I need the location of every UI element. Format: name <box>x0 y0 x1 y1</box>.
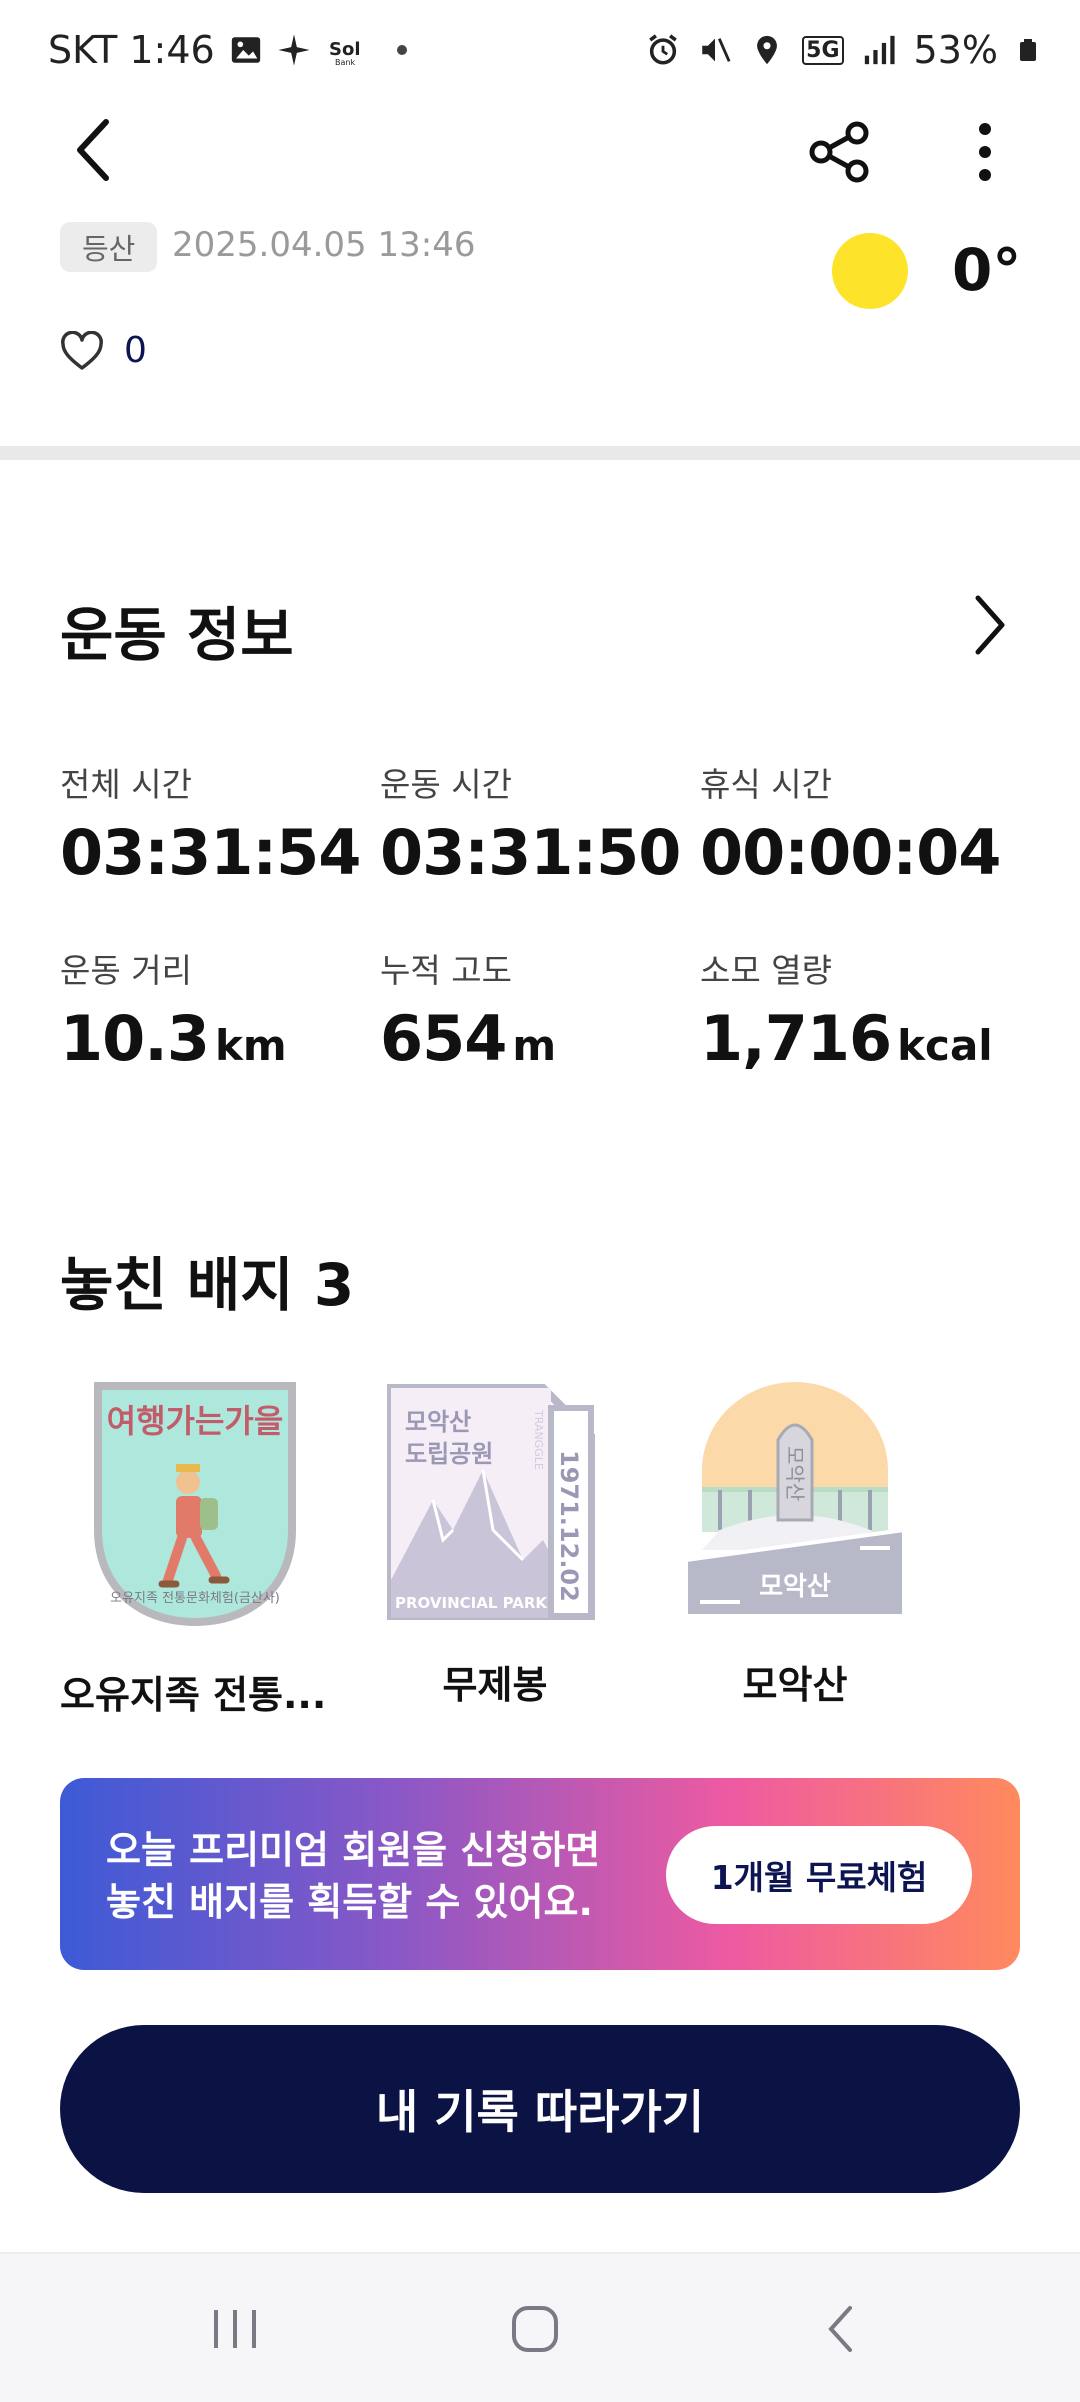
metric-value: 00:00:04 <box>700 816 1001 889</box>
metric-rest-time: 휴식 시간 00:00:04 <box>700 758 1001 889</box>
back-arrow-icon <box>77 119 109 181</box>
metric-label: 소모 열량 <box>700 951 832 990</box>
promo-line-1: 오늘 프리미엄 회원을 신청하면 <box>106 1828 601 1872</box>
section-divider <box>0 446 1080 460</box>
mute-icon <box>702 38 731 62</box>
svg-text:Bank: Bank <box>335 58 355 67</box>
metric-exercise-time: 운동 시간 03:31:50 <box>380 758 681 889</box>
badge-card[interactable]: 모악산 도립공원 1971.12.02 TRANGGLE PROVINCIAL … <box>360 1380 630 1709</box>
metric-label: 누적 고도 <box>380 951 512 990</box>
badge-stone-text: 모악산 <box>783 1446 807 1501</box>
like-count: 0 <box>124 330 147 371</box>
badge-park-text: PROVINCIAL PARK <box>395 1594 548 1612</box>
recent-apps-icon <box>214 2310 256 2348</box>
badge-title-text: 여행가는가을 <box>107 1402 284 1440</box>
more-vertical-icon <box>979 123 991 181</box>
battery-percent: 53% <box>913 28 998 72</box>
badge-number-text: 1971.12.02 <box>555 1450 583 1602</box>
sparkle-icon <box>278 34 310 66</box>
metric-unit: m <box>512 1021 557 1070</box>
alarm-icon <box>649 34 677 65</box>
recent-apps-button[interactable] <box>190 2284 280 2374</box>
sol-bank-icon: SolBank <box>329 39 361 67</box>
missed-badges-title: 놓친 배지 3 <box>60 1251 355 1319</box>
metric-elevation: 누적 고도 654 m <box>380 944 556 1075</box>
like-button[interactable]: 0 <box>60 330 147 371</box>
mountain-stone-badge-image: 모악산 모악산 <box>684 1382 906 1618</box>
status-bar: SKT 1:46 Sol Bank 5G 53% <box>0 0 1080 100</box>
provincial-park-badge-image: 모악산 도립공원 1971.12.02 TRANGGLE PROVINCIAL … <box>387 1384 595 1620</box>
metric-label: 운동 거리 <box>60 951 192 990</box>
badge-side-text: TRANGGLE <box>532 1409 545 1470</box>
battery-icon <box>1020 39 1036 61</box>
badge-card[interactable]: 여행가는가을 오유지족 전통문화체험(금산사) 오유지족 전통... <box>60 1380 330 1719</box>
metric-unit: kcal <box>897 1021 993 1070</box>
badge-name: 모악산 <box>742 1663 848 1707</box>
follow-my-record-button[interactable]: 내 기록 따라가기 <box>60 2025 1020 2193</box>
promo-line-2: 놓친 배지를 획득할 수 있어요. <box>106 1880 593 1924</box>
notification-dot-icon <box>396 45 407 55</box>
system-navigation-bar <box>0 2252 1080 2402</box>
free-trial-button[interactable]: 1개월 무료체험 <box>666 1826 972 1924</box>
weather-sun-icon <box>832 233 908 309</box>
gallery-icon <box>231 37 260 63</box>
badge-subtitle-text: 오유지족 전통문화체험(금산사) <box>110 1591 280 1606</box>
metric-value: 1,716 <box>700 1002 892 1075</box>
metric-value: 03:31:50 <box>380 816 681 889</box>
metric-value: 10.3 <box>60 1002 210 1075</box>
nav-back-icon <box>828 2306 852 2352</box>
metric-label: 전체 시간 <box>60 765 192 804</box>
metric-unit: km <box>214 1021 287 1070</box>
metric-distance: 운동 거리 10.3 km <box>60 944 287 1075</box>
network-type: 5G <box>802 35 844 65</box>
metric-total-time: 전체 시간 03:31:54 <box>60 758 361 889</box>
badge-title-text: 모악산 <box>405 1408 471 1436</box>
share-icon <box>809 121 869 183</box>
temperature: 0° <box>952 236 1022 304</box>
badge-name: 무제봉 <box>442 1663 548 1707</box>
signal-icon <box>864 35 895 65</box>
location-icon <box>757 35 778 65</box>
activity-tag: 등산 <box>60 222 158 272</box>
system-back-button[interactable] <box>795 2284 885 2374</box>
heart-icon <box>61 330 103 370</box>
badge-card[interactable]: 모악산 모악산 모악산 <box>660 1380 930 1709</box>
more-options-button[interactable] <box>945 112 1025 192</box>
activity-datetime: 2025.04.05 13:46 <box>172 225 476 265</box>
svg-text:Sol: Sol <box>329 39 361 60</box>
metric-calories: 소모 열량 1,716 kcal <box>700 944 993 1075</box>
share-button[interactable] <box>800 112 880 192</box>
metric-label: 운동 시간 <box>380 765 512 804</box>
carrier-time: SKT 1:46 <box>48 28 215 72</box>
premium-promo-banner[interactable]: 오늘 프리미엄 회원을 신청하면 놓친 배지를 획득할 수 있어요. 1개월 무… <box>60 1778 1020 1970</box>
exercise-info-detail-button[interactable] <box>950 585 1030 665</box>
metric-value: 03:31:54 <box>60 816 361 889</box>
chevron-right-icon <box>975 595 1005 655</box>
metric-value: 654 <box>380 1002 507 1075</box>
metric-label: 휴식 시간 <box>700 765 832 804</box>
badge-banner-text: 모악산 <box>759 1572 831 1602</box>
back-button[interactable] <box>54 110 130 190</box>
badge-subtitle-text: 도립공원 <box>405 1440 493 1468</box>
home-button[interactable] <box>490 2284 580 2374</box>
hiker-badge-image: 여행가는가을 오유지족 전통문화체험(금산사) <box>94 1382 296 1627</box>
exercise-info-title: 운동 정보 <box>60 601 294 669</box>
home-icon <box>512 2306 558 2352</box>
badge-name: 오유지족 전통... <box>60 1673 327 1717</box>
